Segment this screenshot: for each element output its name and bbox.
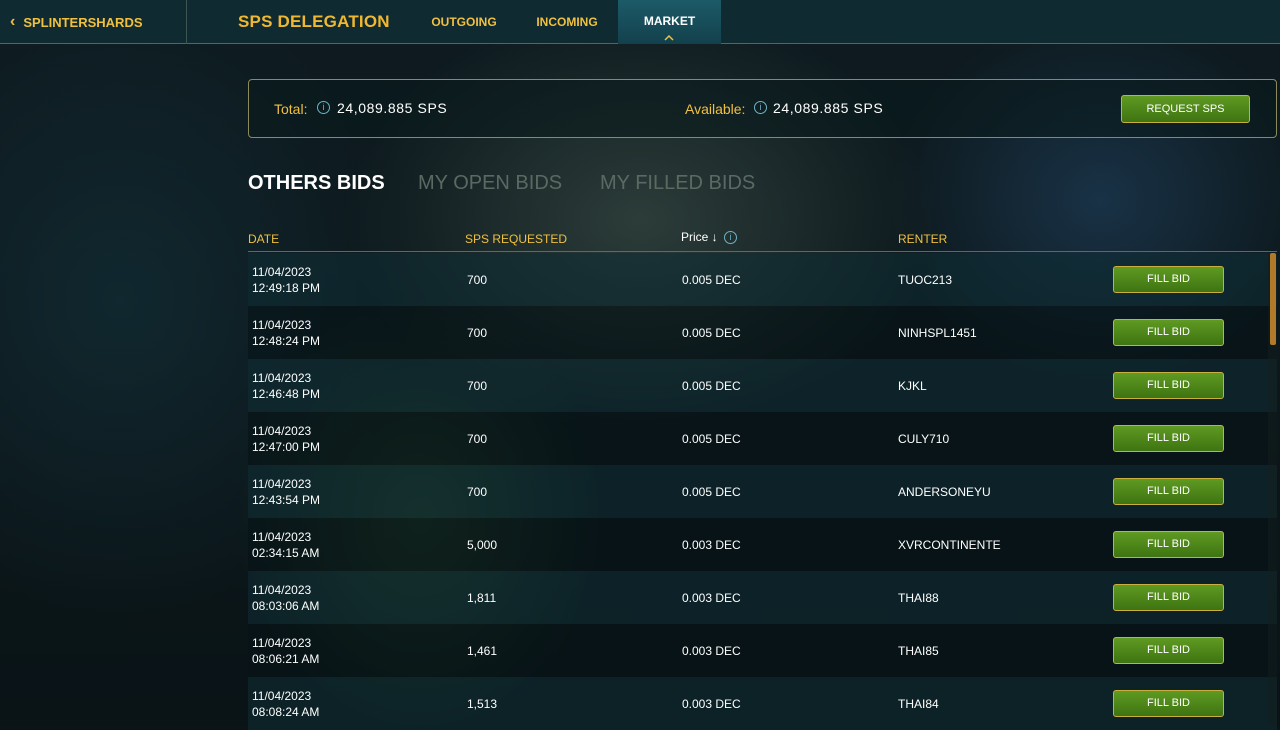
bid-renter: NINHSPL1451 — [898, 326, 977, 340]
fill-bid-button[interactable]: FILL BID — [1113, 531, 1224, 558]
info-icon[interactable]: i — [317, 101, 330, 114]
bid-sps: 1,513 — [467, 697, 498, 711]
total-label: Total: — [274, 101, 308, 117]
bid-sps: 5,000 — [467, 538, 498, 552]
table-row: 11/04/2023 12:49:18 PM 700 0.005 DEC TUOC… — [248, 253, 1277, 306]
bid-date: 11/04/2023 12:43:54 PM — [252, 477, 321, 507]
back-link[interactable]: ‹ SPLINTERSHARDS — [0, 0, 187, 44]
bid-date: 11/04/2023 08:08:24 AM — [252, 689, 320, 719]
available-label: Available: — [685, 101, 746, 117]
fill-bid-button[interactable]: FILL BID — [1113, 690, 1224, 717]
scrollbar-thumb[interactable] — [1270, 253, 1276, 345]
column-price-sort[interactable]: Price ↓ — [681, 230, 718, 244]
bid-renter: KJKL — [898, 379, 927, 393]
total-value: 24,089.885 SPS — [337, 100, 448, 116]
bid-price: 0.003 DEC — [682, 591, 741, 605]
info-icon[interactable]: i — [754, 101, 767, 114]
bid-date: 11/04/2023 12:49:18 PM — [252, 265, 321, 295]
bid-renter: THAI88 — [898, 591, 939, 605]
bid-renter: ANDERSONEYU — [898, 485, 991, 499]
bid-renter: XVRCONTINENTE — [898, 538, 1001, 552]
chevron-left-icon: ‹ — [10, 13, 16, 30]
bid-price: 0.005 DEC — [682, 379, 741, 393]
tab-my-filled-bids[interactable]: MY FILLED BIDS — [600, 172, 755, 195]
fill-bid-button[interactable]: FILL BID — [1113, 637, 1224, 664]
bid-sps: 700 — [467, 326, 488, 340]
table-row: 11/04/2023 12:43:54 PM 700 0.005 DEC ANDE… — [248, 465, 1277, 518]
back-link-label: SPLINTERSHARDS — [23, 14, 143, 30]
tab-market-label: MARKET — [643, 14, 696, 28]
tab-my-open-bids[interactable]: MY OPEN BIDS — [418, 172, 562, 195]
table-row: 11/04/2023 02:34:15 AM 5,000 0.003 DEC XV… — [248, 518, 1277, 571]
table-row: 11/04/2023 08:08:24 AM 1,513 0.003 DEC TH… — [248, 677, 1277, 730]
table-header: DATE SPS REQUESTED Price ↓ i RENTER — [248, 224, 1277, 252]
bid-sps: 1,461 — [467, 644, 498, 658]
fill-bid-button[interactable]: FILL BID — [1113, 478, 1224, 505]
bid-price: 0.005 DEC — [682, 273, 741, 287]
bid-renter: THAI84 — [898, 697, 939, 711]
fill-bid-button[interactable]: FILL BID — [1113, 319, 1224, 346]
page-title: SPS DELEGATION — [238, 12, 390, 31]
bid-sps: 700 — [467, 273, 488, 287]
fill-bid-button[interactable]: FILL BID — [1113, 372, 1224, 399]
bid-price: 0.003 DEC — [682, 538, 741, 552]
table-row: 11/04/2023 08:03:06 AM 1,811 0.003 DEC TH… — [248, 571, 1277, 624]
bid-date: 11/04/2023 08:06:21 AM — [252, 636, 320, 666]
tab-incoming[interactable]: INCOMING — [522, 0, 612, 44]
bid-date: 11/04/2023 12:46:48 PM — [252, 371, 321, 401]
bid-date: 11/04/2023 12:47:00 PM — [252, 424, 321, 454]
available-value: 24,089.885 SPS — [773, 100, 884, 116]
bid-price: 0.003 DEC — [682, 644, 741, 658]
bid-sps: 700 — [467, 485, 488, 499]
bid-date: 11/04/2023 12:48:24 PM — [252, 318, 321, 348]
bid-sps: 700 — [467, 432, 488, 446]
table-row: 11/04/2023 12:48:24 PM 700 0.005 DEC NINH… — [248, 306, 1277, 359]
bid-price: 0.005 DEC — [682, 326, 741, 340]
column-date: DATE — [248, 232, 280, 246]
fill-bid-button[interactable]: FILL BID — [1113, 584, 1224, 611]
bid-sps: 700 — [467, 379, 488, 393]
bids-table: 11/04/2023 12:49:18 PM 700 0.005 DEC TUOC… — [248, 253, 1277, 730]
request-sps-button[interactable]: REQUEST SPS — [1121, 95, 1250, 123]
table-row: 11/04/2023 12:46:48 PM 700 0.005 DEC KJKL… — [248, 359, 1277, 412]
bid-price: 0.003 DEC — [682, 697, 741, 711]
tab-market[interactable]: MARKET — [618, 0, 721, 44]
bid-price: 0.005 DEC — [682, 432, 741, 446]
caret-up-icon — [664, 35, 674, 41]
bid-renter: TUOC213 — [898, 273, 953, 287]
table-row: 11/04/2023 12:47:00 PM 700 0.005 DEC CULY… — [248, 412, 1277, 465]
fill-bid-button[interactable]: FILL BID — [1113, 266, 1224, 293]
column-sps-requested: SPS REQUESTED — [465, 232, 568, 246]
bid-price: 0.005 DEC — [682, 485, 741, 499]
bid-sps: 1,811 — [467, 591, 497, 605]
info-icon[interactable]: i — [724, 231, 737, 244]
top-navigation: ‹ SPLINTERSHARDS SPS DELEGATION OUTGOING… — [0, 0, 1280, 44]
bid-renter: THAI85 — [898, 644, 939, 658]
column-renter: RENTER — [898, 232, 948, 246]
bid-date: 11/04/2023 08:03:06 AM — [252, 583, 320, 613]
tab-outgoing[interactable]: OUTGOING — [418, 0, 510, 44]
table-row: 11/04/2023 08:06:21 AM 1,461 0.003 DEC TH… — [248, 624, 1277, 677]
fill-bid-button[interactable]: FILL BID — [1113, 425, 1224, 452]
bid-date: 11/04/2023 02:34:15 AM — [252, 530, 320, 560]
tab-others-bids[interactable]: OTHERS BIDS — [248, 172, 385, 195]
bid-renter: CULY710 — [898, 432, 950, 446]
